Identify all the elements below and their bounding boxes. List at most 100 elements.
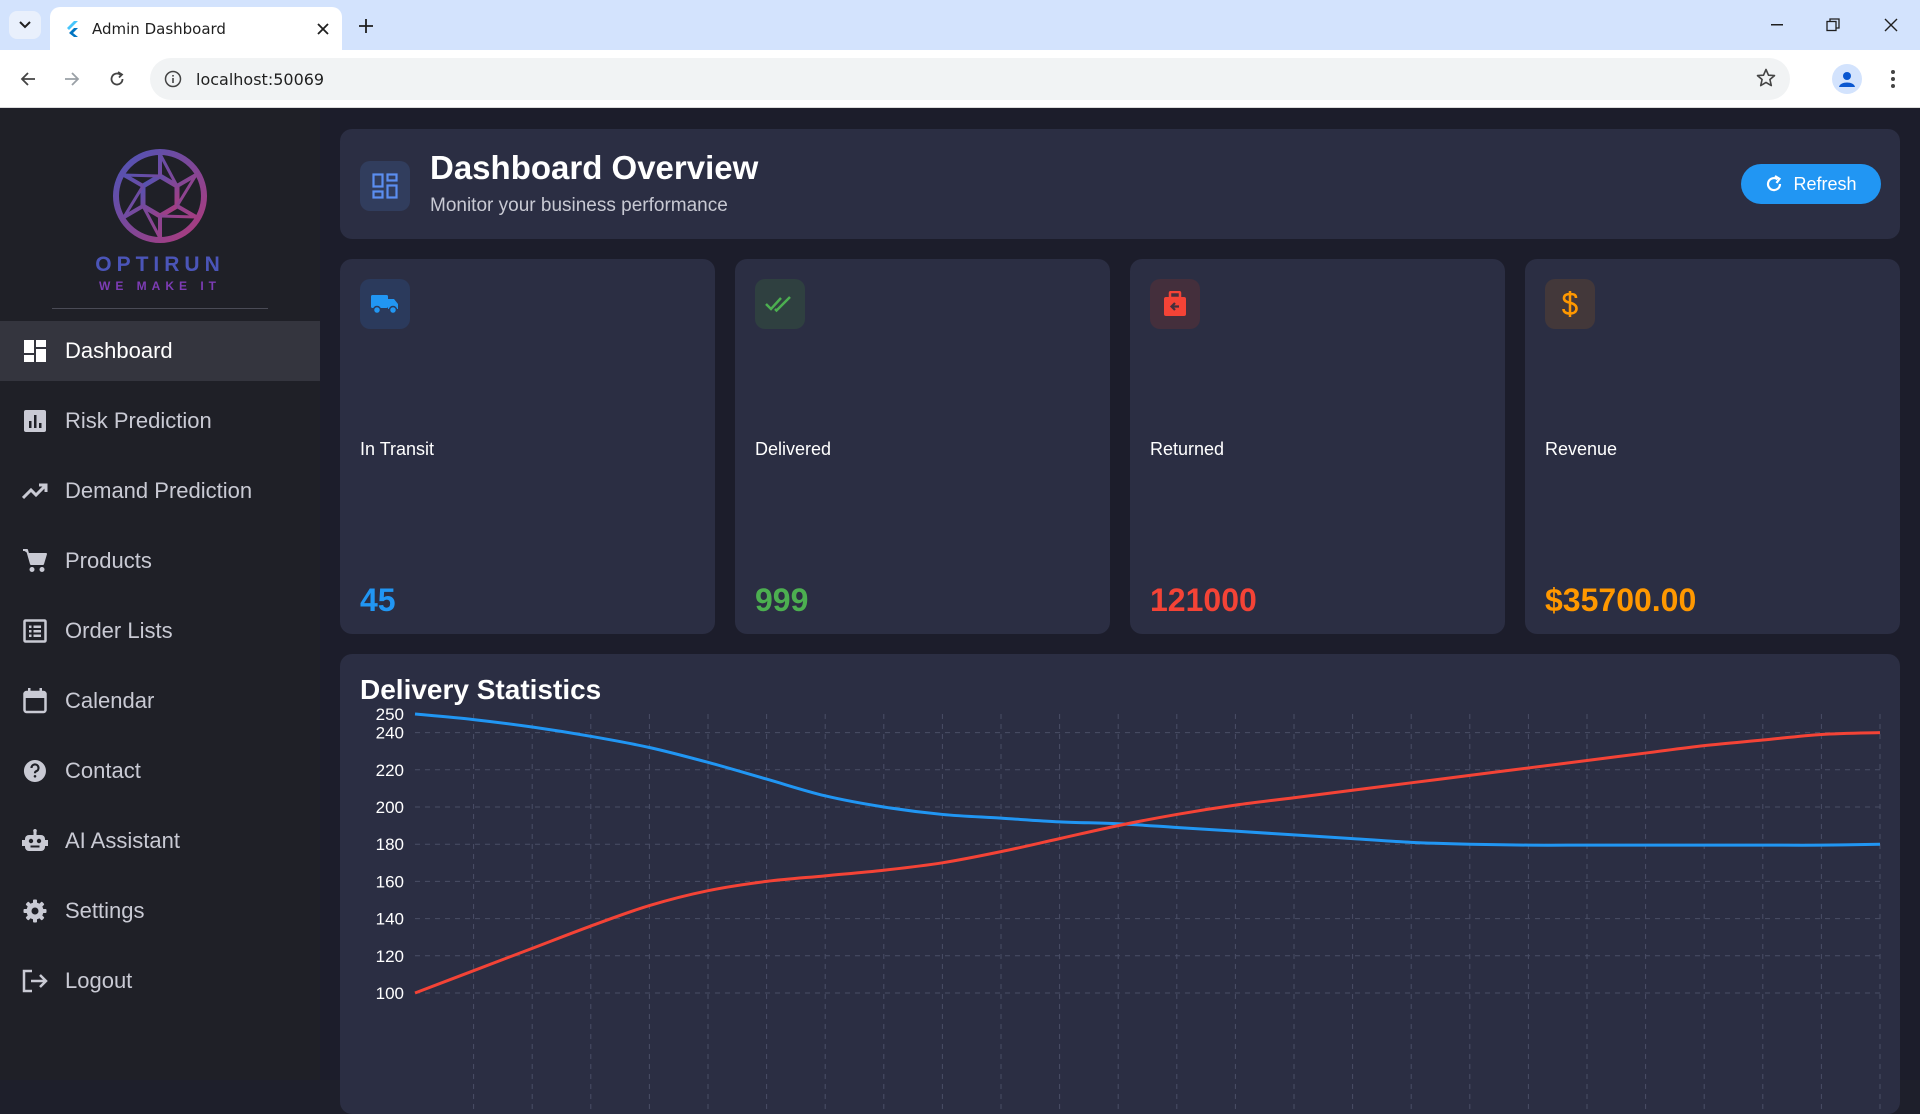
page-title: Dashboard Overview (430, 149, 759, 186)
browser-toolbar: localhost:50069 (0, 50, 1920, 108)
sidebar-item-order-lists[interactable]: Order Lists (0, 601, 320, 661)
arrow-left-icon (20, 72, 35, 86)
sidebar-item-label: Contact (65, 758, 141, 783)
y-tick-label: 180 (376, 835, 404, 854)
stat-card-in-transit[interactable]: In Transit 45 (340, 259, 715, 634)
sidebar-item-label: Dashboard (65, 338, 173, 363)
refresh-button[interactable]: Refresh (1741, 164, 1881, 204)
brand-name: OPTIRUN (95, 253, 225, 276)
browser-tab[interactable]: Admin Dashboard (50, 7, 342, 50)
stat-card-revenue[interactable]: Revenue $35700.00 (1525, 259, 1900, 634)
stat-card-returned[interactable]: Returned 121000 (1130, 259, 1505, 634)
trending-up-icon (22, 478, 48, 504)
sidebar-item-label: Risk Prediction (65, 408, 212, 433)
tab-search-button[interactable] (9, 11, 41, 39)
stat-value: 121000 (1150, 582, 1257, 618)
restore-button[interactable] (1818, 12, 1848, 38)
y-tick-label: 220 (376, 761, 404, 780)
flutter-icon (64, 20, 80, 37)
url-text[interactable]: localhost:50069 (196, 70, 324, 89)
sidebar-divider (52, 308, 268, 309)
stat-label: In Transit (360, 439, 435, 459)
arrow-right-icon (65, 72, 80, 86)
sidebar-nav: Dashboard Risk Prediction Demand Predict… (0, 321, 320, 1021)
y-tick-label: 100 (376, 984, 404, 1003)
stat-card-delivered[interactable]: Delivered 999 (735, 259, 1110, 634)
stat-label: Revenue (1545, 439, 1618, 459)
sidebar-item-dashboard[interactable]: Dashboard (0, 321, 320, 381)
minimize-icon (1771, 24, 1783, 26)
sidebar-item-label: AI Assistant (65, 828, 180, 853)
reload-icon (110, 71, 124, 86)
cart-icon (22, 548, 48, 574)
sidebar-item-label: Logout (65, 968, 133, 993)
y-tick-label: 200 (376, 798, 404, 817)
bookmark-star-icon[interactable] (1756, 68, 1776, 93)
sidebar-item-contact[interactable]: Contact (0, 741, 320, 801)
help-icon (22, 758, 48, 784)
optirun-logo-icon (113, 149, 207, 243)
minimize-button[interactable] (1762, 12, 1792, 38)
brand-tagline: WE MAKE IT (99, 279, 221, 293)
new-tab-button[interactable] (352, 12, 380, 40)
stat-value: 45 (360, 582, 396, 618)
plus-icon (359, 19, 373, 33)
gear-icon (22, 898, 48, 924)
y-tick-label: 250 (376, 705, 404, 724)
info-icon[interactable] (164, 70, 182, 88)
stat-label: Delivered (755, 439, 832, 459)
restore-icon (1826, 18, 1840, 32)
robot-icon (22, 828, 48, 854)
truck-icon (360, 279, 410, 329)
bar-chart-icon (22, 408, 48, 434)
y-tick-label: 140 (376, 910, 404, 929)
sidebar-item-calendar[interactable]: Calendar (0, 671, 320, 731)
more-vertical-icon (1891, 70, 1895, 88)
sidebar-item-label: Settings (65, 898, 145, 923)
browser-tab-bar: Admin Dashboard (0, 0, 1920, 50)
sidebar-item-label: Demand Prediction (65, 478, 253, 503)
sidebar-item-products[interactable]: Products (0, 531, 320, 591)
page-subtitle: Monitor your business performance (430, 195, 728, 216)
close-window-button[interactable] (1876, 12, 1906, 38)
logout-icon (22, 968, 48, 994)
line-chart: 100 120 140 160 180 200 220 240250 (376, 705, 1881, 1114)
refresh-icon (1767, 175, 1782, 192)
back-button[interactable] (13, 64, 43, 94)
dollar-icon (1545, 279, 1595, 329)
profile-avatar[interactable] (1832, 64, 1862, 94)
sidebar: OPTIRUN WE MAKE IT Dashboard Risk Predic… (0, 109, 320, 1080)
sidebar-item-label: Products (65, 548, 152, 573)
app-root: OPTIRUN WE MAKE IT Dashboard Risk Predic… (0, 109, 1920, 1114)
sidebar-item-logout[interactable]: Logout (0, 951, 320, 1011)
tab-title: Admin Dashboard (92, 19, 226, 38)
close-tab-icon[interactable] (312, 18, 334, 40)
stat-cards: In Transit 45 Delivered 999 Returned 121… (340, 259, 1900, 634)
stat-label: Returned (1150, 439, 1225, 459)
address-bar[interactable]: localhost:50069 (150, 58, 1790, 100)
sidebar-item-risk-prediction[interactable]: Risk Prediction (0, 391, 320, 451)
person-icon (1839, 72, 1855, 87)
calendar-icon (22, 688, 48, 714)
stat-value: $35700.00 (1545, 582, 1697, 618)
sidebar-item-ai-assistant[interactable]: AI Assistant (0, 811, 320, 871)
double-check-icon (755, 279, 805, 329)
forward-button[interactable] (57, 64, 87, 94)
brand-logo: OPTIRUN WE MAKE IT (95, 139, 225, 293)
y-tick-label: 160 (376, 872, 404, 891)
dashboard-icon (360, 161, 410, 211)
dashboard-icon (22, 338, 48, 364)
sidebar-item-label: Calendar (65, 688, 155, 713)
series-line-0 (414, 712, 1881, 847)
refresh-label: Refresh (1793, 173, 1857, 194)
series-line-1 (414, 731, 1881, 995)
y-tick-label: 240 (376, 724, 404, 743)
sidebar-item-demand-prediction[interactable]: Demand Prediction (0, 461, 320, 521)
reload-button[interactable] (102, 64, 132, 94)
sidebar-item-label: Order Lists (65, 618, 173, 643)
chevron-down-icon (19, 21, 31, 29)
list-icon (22, 618, 48, 644)
sidebar-item-settings[interactable]: Settings (0, 881, 320, 941)
browser-menu-button[interactable] (1880, 64, 1906, 94)
stat-value: 999 (755, 582, 809, 618)
